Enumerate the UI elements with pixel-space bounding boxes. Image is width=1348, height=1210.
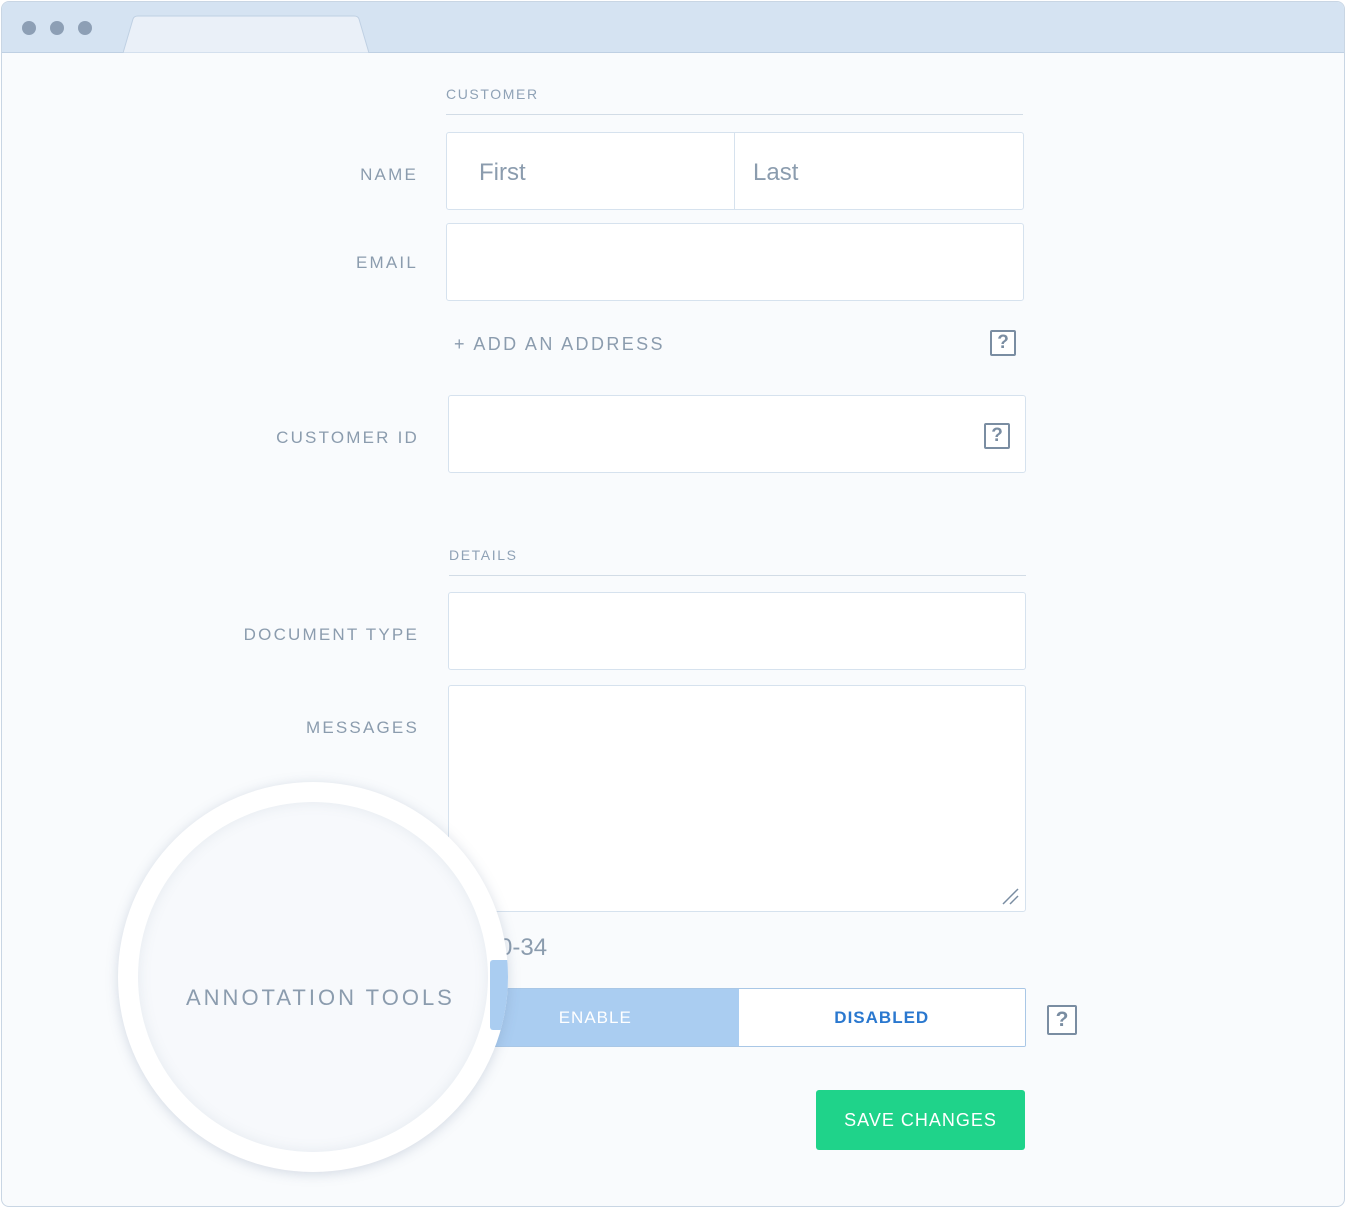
annotation-tools-label: ANNOTATION TOOLS [186,985,455,1010]
name-field-group: First Last [446,132,1024,210]
section-divider [446,114,1023,115]
messages-textarea[interactable] [448,685,1026,912]
resize-handle-icon[interactable] [1001,887,1019,905]
document-type-input[interactable] [448,592,1026,670]
window-maximize-dot[interactable] [78,21,92,35]
last-name-input[interactable]: Last [735,133,1023,209]
customer-id-label: CUSTOMER ID [276,428,419,447]
window-minimize-dot[interactable] [50,21,64,35]
first-name-placeholder: First [479,159,526,186]
customer-id-help-icon[interactable]: ? [984,423,1010,449]
annotation-tools-toggle[interactable]: ENABLE DISABLED [451,988,1026,1047]
magnified-toggle-edge [490,960,508,1030]
document-type-label: DOCUMENT TYPE [243,625,419,644]
section-divider [449,575,1026,576]
first-name-input[interactable]: First [447,133,735,209]
magnifier-lens: ANNOTATION TOOLS [138,802,508,1152]
last-name-placeholder: Last [753,159,799,186]
address-help-icon[interactable]: ? [990,330,1016,356]
add-address-link[interactable]: + ADD AN ADDRESS [454,334,665,355]
email-input[interactable] [446,223,1024,301]
annotation-help-icon[interactable]: ? [1047,1005,1077,1035]
messages-label: MESSAGES [305,718,419,737]
email-label: EMAIL [355,253,418,272]
disabled-option[interactable]: DISABLED [738,989,1025,1046]
browser-window: CUSTOMER NAME First Last EMAIL + ADD AN … [1,1,1345,1207]
section-title-details: DETAILS [449,547,518,563]
title-bar [2,2,1344,53]
browser-tab[interactable] [123,15,369,53]
section-title-customer: CUSTOMER [446,86,539,102]
window-close-dot[interactable] [22,21,36,35]
name-label: NAME [360,165,418,184]
save-changes-button[interactable]: SAVE CHANGES [816,1090,1025,1150]
customer-id-input[interactable]: ? [448,395,1026,473]
magnifier-callout: ANNOTATION TOOLS [118,782,508,1172]
